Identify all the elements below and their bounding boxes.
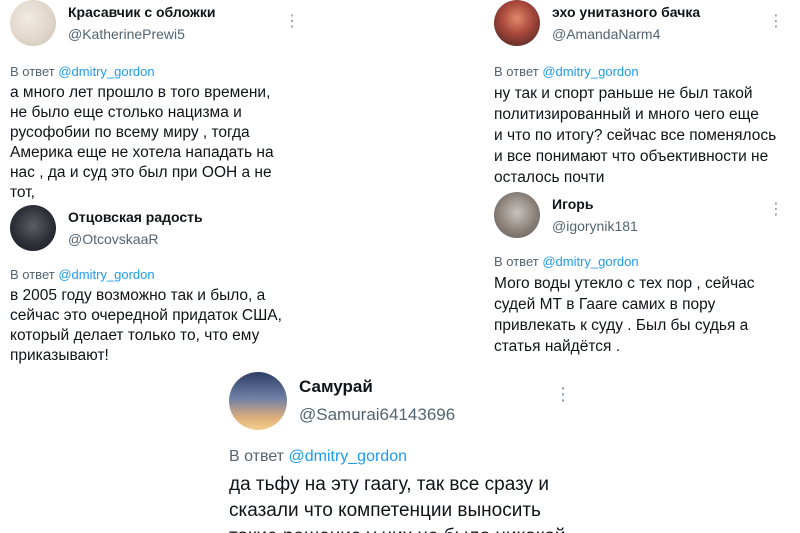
mention-link[interactable]: @dmitry_gordon bbox=[542, 254, 638, 269]
avatar[interactable] bbox=[229, 372, 287, 430]
mention-link[interactable]: @dmitry_gordon bbox=[58, 267, 154, 282]
mention-link[interactable]: @dmitry_gordon bbox=[542, 64, 638, 79]
reply-tweet: Отцовская радость @OtcovskaaR В ответ @d… bbox=[10, 205, 295, 375]
tweet-text: в 2005 году возможно так и было, а сейча… bbox=[10, 287, 282, 364]
author-handle[interactable]: @AmandaNarm4 bbox=[552, 26, 794, 42]
tweet-text: ну так и спорт раньше не был такой полит… bbox=[494, 85, 777, 186]
tweet-header: эхо унитазного бачка @AmandaNarm4 bbox=[494, 0, 794, 46]
tweet-header: Красавчик с обложки @KatherinePrewi5 bbox=[10, 0, 295, 46]
replying-to-label: В ответ bbox=[494, 254, 539, 269]
tweet-text: да тьфу на эту гаагу, так все сразу и ск… bbox=[229, 474, 566, 533]
author-name[interactable]: Отцовская радость bbox=[68, 209, 295, 225]
tweet-header: Отцовская радость @OtcovskaaR bbox=[10, 205, 295, 251]
more-options-icon[interactable]: ⋮ bbox=[768, 202, 784, 218]
replying-to: В ответ @dmitry_gordon bbox=[229, 448, 574, 466]
author-name[interactable]: Самурай bbox=[299, 377, 574, 397]
reply-tweet: Самурай @Samurai64143696 ⋮ В ответ @dmit… bbox=[229, 372, 574, 533]
replying-to: В ответ @dmitry_gordon bbox=[10, 64, 295, 79]
author-name[interactable]: Красавчик с обложки bbox=[68, 4, 295, 20]
replying-to-label: В ответ bbox=[10, 64, 55, 79]
author-handle[interactable]: @KatherinePrewi5 bbox=[68, 26, 295, 42]
more-options-icon[interactable]: ⋮ bbox=[554, 385, 572, 403]
reply-tweet: Игорь @igorynik181 ⋮ В ответ @dmitry_gor… bbox=[494, 192, 794, 362]
mention-link[interactable]: @dmitry_gordon bbox=[58, 64, 154, 79]
replying-to: В ответ @dmitry_gordon bbox=[494, 64, 794, 79]
reply-tweet: Красавчик с обложки @KatherinePrewi5 ⋮ В… bbox=[10, 0, 300, 221]
tweet-header: Самурай @Samurai64143696 bbox=[229, 372, 574, 430]
more-options-icon[interactable]: ⋮ bbox=[768, 14, 784, 30]
avatar[interactable] bbox=[494, 192, 540, 238]
replying-to-label: В ответ bbox=[10, 267, 55, 282]
author-handle[interactable]: @igorynik181 bbox=[552, 218, 794, 234]
avatar[interactable] bbox=[494, 0, 540, 46]
tweet-header: Игорь @igorynik181 bbox=[494, 192, 794, 238]
tweet-text: Мого воды утекло с тех пор , сейчас суде… bbox=[494, 275, 755, 355]
more-options-icon[interactable]: ⋮ bbox=[284, 14, 300, 30]
replying-to-label: В ответ bbox=[229, 448, 285, 465]
replying-to: В ответ @dmitry_gordon bbox=[494, 254, 794, 269]
avatar[interactable] bbox=[10, 0, 56, 46]
reply-tweet: эхо унитазного бачка @AmandaNarm4 ⋮ В от… bbox=[494, 0, 794, 190]
mention-link[interactable]: @dmitry_gordon bbox=[288, 448, 407, 465]
author-name[interactable]: Игорь bbox=[552, 196, 794, 212]
replying-to: В ответ @dmitry_gordon bbox=[10, 267, 295, 282]
avatar[interactable] bbox=[10, 205, 56, 251]
author-handle[interactable]: @Samurai64143696 bbox=[299, 405, 574, 425]
replying-to-label: В ответ bbox=[494, 64, 539, 79]
author-name[interactable]: эхо унитазного бачка bbox=[552, 4, 794, 20]
tweet-text: а много лет прошло в того времени, не бы… bbox=[10, 84, 274, 221]
author-handle[interactable]: @OtcovskaaR bbox=[68, 231, 295, 247]
